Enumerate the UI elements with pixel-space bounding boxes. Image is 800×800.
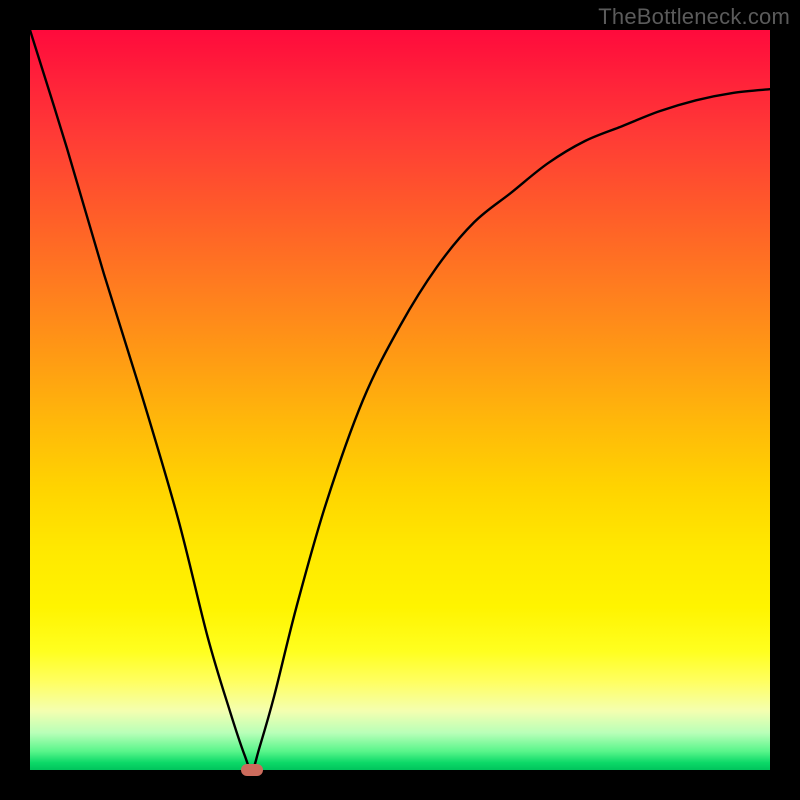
chart-frame: TheBottleneck.com xyxy=(0,0,800,800)
plot-area xyxy=(30,30,770,770)
watermark-text: TheBottleneck.com xyxy=(598,4,790,30)
bottleneck-curve xyxy=(30,30,770,770)
minimum-marker xyxy=(241,764,263,776)
